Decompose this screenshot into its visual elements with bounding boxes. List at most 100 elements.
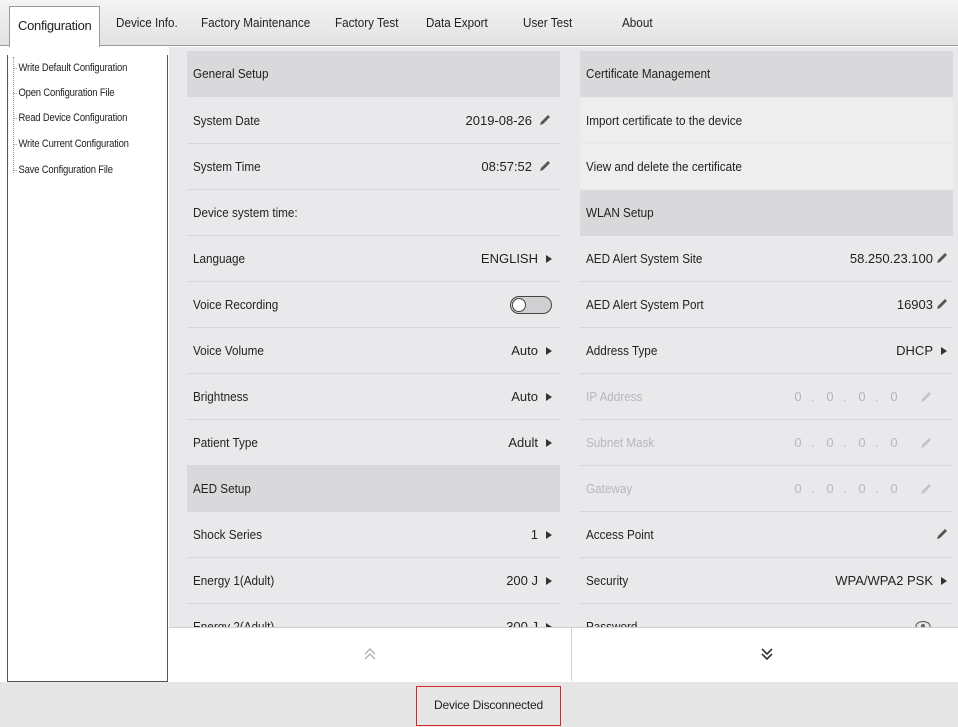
ip-dot: . — [811, 481, 815, 496]
ip-dot: . — [811, 389, 815, 404]
voice-recording-toggle[interactable] — [510, 296, 552, 314]
row-label: Brightness — [193, 389, 249, 404]
system-date-value: 2019-08-26 — [465, 113, 533, 128]
pencil-icon[interactable] — [538, 159, 552, 173]
tab-configuration[interactable]: Configuration — [9, 6, 101, 47]
pencil-icon — [921, 392, 931, 402]
row-value: 300 J — [506, 604, 552, 627]
row-label: Device system time: — [193, 205, 298, 220]
sidebar-item-label: Write Default Configuration — [18, 62, 128, 74]
ip-octet: 0 — [794, 389, 802, 404]
row-alert-port[interactable]: AED Alert System Port 16903 — [580, 282, 953, 328]
row-value: ENGLISH — [481, 236, 552, 282]
row-label: System Date — [193, 113, 260, 128]
sidebar-item-write-default[interactable]: Write Default Configuration — [13, 57, 128, 79]
ip-octet: 0 — [794, 481, 802, 496]
tab-data-export[interactable]: Data Export — [426, 0, 488, 46]
arrow-right-icon[interactable] — [546, 347, 552, 355]
row-energy-2[interactable]: Energy 2(Adult) 300 J — [187, 604, 560, 627]
row-value: 200 J — [506, 558, 552, 604]
row-value: 08:57:52 — [481, 144, 552, 190]
row-label: Password — [586, 619, 638, 627]
sidebar-item-label: Write Current Configuration — [18, 138, 129, 150]
sidebar-item-read-device[interactable]: Read Device Configuration — [13, 107, 127, 129]
arrow-right-icon[interactable] — [546, 577, 552, 585]
ip-octet: 0 — [794, 435, 802, 450]
ip-octet: 0 — [826, 389, 834, 404]
ip-dot: . — [811, 435, 815, 450]
row-energy-1[interactable]: Energy 1(Adult) 200 J — [187, 558, 560, 604]
tab-factory-maintenance[interactable]: Factory Maintenance — [201, 0, 310, 46]
ip-octet: 0 — [890, 389, 898, 404]
tab-device-info[interactable]: Device Info. — [116, 0, 178, 46]
row-system-date[interactable]: System Date 2019-08-26 — [187, 98, 560, 144]
row-brightness[interactable]: Brightness Auto — [187, 374, 560, 420]
row-label: Access Point — [586, 527, 654, 542]
import-certificate-button[interactable]: Import certificate to the device — [580, 98, 953, 144]
sidebar-item-open-config[interactable]: Open Configuration File — [13, 82, 115, 104]
config-content: General Setup System Date 2019-08-26 Sys… — [169, 47, 958, 681]
ip-dot: . — [843, 481, 847, 496]
view-certificate-button[interactable]: View and delete the certificate — [580, 144, 953, 190]
general-setup-panel: General Setup System Date 2019-08-26 Sys… — [187, 47, 560, 627]
row-value: Adult — [508, 420, 552, 466]
row-label: Voice Volume — [193, 343, 264, 358]
row-patient-type[interactable]: Patient Type Adult — [187, 420, 560, 466]
row-value: Auto — [511, 328, 552, 374]
arrow-right-icon[interactable] — [546, 255, 552, 263]
toggle-knob — [512, 297, 526, 312]
row-ip-address: IP Address 0 . 0 . 0 . 0 — [580, 374, 953, 420]
sidebar-item-write-current[interactable]: Write Current Configuration — [13, 133, 129, 155]
pencil-icon — [921, 484, 931, 494]
ip-octet: 0 — [890, 481, 898, 496]
row-alert-site[interactable]: AED Alert System Site 58.250.23.100 — [580, 236, 953, 282]
tab-factory-test[interactable]: Factory Test — [335, 0, 399, 46]
row-address-type[interactable]: Address Type DHCP — [580, 328, 953, 374]
pencil-icon[interactable] — [538, 113, 552, 127]
row-label: Subnet Mask — [586, 435, 655, 450]
row-label: Energy 1(Adult) — [193, 573, 275, 588]
row-access-point[interactable]: Access Point — [580, 512, 953, 558]
app-window: Configuration Device Info. Factory Maint… — [0, 0, 958, 727]
row-subnet-mask: Subnet Mask 0 . 0 . 0 . 0 — [580, 420, 953, 466]
arrow-right-icon[interactable] — [546, 439, 552, 447]
arrow-right-icon[interactable] — [941, 347, 947, 355]
row-label: Address Type — [586, 343, 658, 358]
row-shock-series[interactable]: Shock Series 1 — [187, 512, 560, 558]
language-value: ENGLISH — [480, 251, 538, 266]
pencil-icon[interactable] — [935, 297, 949, 311]
row-voice-recording: Voice Recording — [187, 282, 560, 328]
ip-octet: 0 — [826, 481, 834, 496]
sidebar-item-label: Save Configuration File — [18, 164, 113, 176]
row-value: Auto — [511, 374, 552, 420]
sidebar-tree: Write Default Configuration Open Configu… — [7, 55, 168, 682]
eye-icon[interactable] — [915, 620, 931, 627]
sidebar-item-save-config[interactable]: Save Configuration File — [13, 159, 113, 181]
ip-octet: 0 — [890, 435, 898, 450]
pencil-icon[interactable] — [935, 527, 949, 541]
tree-connector — [13, 57, 14, 173]
row-security[interactable]: Security WPA/WPA2 PSK — [580, 558, 953, 604]
scroll-down-button[interactable] — [573, 628, 958, 681]
arrow-right-icon[interactable] — [546, 393, 552, 401]
arrow-right-icon[interactable] — [546, 531, 552, 539]
row-language[interactable]: Language ENGLISH — [187, 236, 560, 282]
pencil-icon[interactable] — [935, 251, 949, 265]
row-device-system-time: Device system time: — [187, 190, 560, 236]
row-label: Gateway — [586, 481, 633, 496]
row-label: Security — [586, 573, 629, 588]
status-bar: Device Disconnected — [0, 682, 958, 727]
row-voice-volume[interactable]: Voice Volume Auto — [187, 328, 560, 374]
row-password[interactable]: Password — [580, 604, 953, 627]
row-value — [933, 512, 949, 558]
system-time-value: 08:57:52 — [481, 159, 532, 174]
scroll-bar — [169, 627, 958, 681]
scroll-up-button[interactable] — [169, 628, 572, 681]
row-label: IP Address — [586, 389, 643, 404]
arrow-right-icon[interactable] — [941, 577, 947, 585]
ip-dot: . — [843, 435, 847, 450]
tab-about[interactable]: About — [622, 0, 653, 46]
tab-user-test[interactable]: User Test — [523, 0, 572, 46]
sidebar-item-label: Open Configuration File — [18, 87, 115, 99]
row-system-time[interactable]: System Time 08:57:52 — [187, 144, 560, 190]
